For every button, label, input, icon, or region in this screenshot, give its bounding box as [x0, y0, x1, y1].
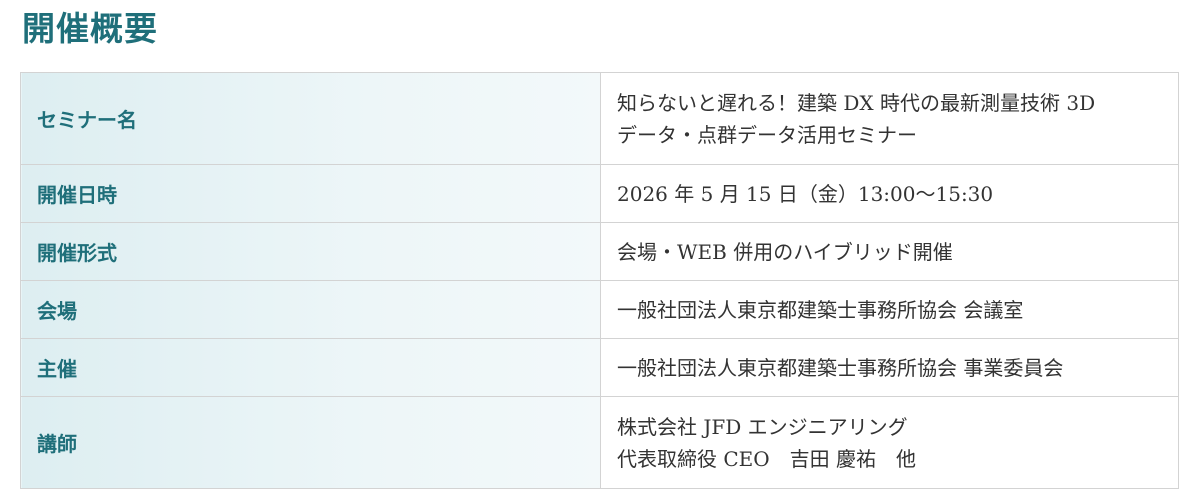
- row-label: 講師: [20, 396, 601, 489]
- row-value: 株式会社 JFD エンジニアリング 代表取締役 CEO 吉田 慶祐 他: [600, 396, 1179, 489]
- row-value: 一般社団法人東京都建築士事務所協会 事業委員会: [600, 338, 1179, 397]
- row-label: 主催: [20, 338, 601, 397]
- table-row-organizer: 主催 一般社団法人東京都建築士事務所協会 事業委員会: [20, 338, 1179, 397]
- row-value: 2026 年 5 月 15 日（金）13:00〜15:30: [600, 164, 1179, 223]
- table-row-lecturer: 講師 株式会社 JFD エンジニアリング 代表取締役 CEO 吉田 慶祐 他: [20, 396, 1179, 489]
- event-overview: 開催概要 セミナー名 知らないと遅れる！建築 DX 時代の最新測量技術 3D デ…: [0, 0, 1200, 502]
- format-value: 会場・WEB 併用のハイブリッド開催: [617, 239, 953, 264]
- row-value: 知らないと遅れる！建築 DX 時代の最新測量技術 3D データ・点群データ活用セ…: [600, 72, 1179, 165]
- event-info-table: セミナー名 知らないと遅れる！建築 DX 時代の最新測量技術 3D データ・点群…: [20, 72, 1179, 489]
- lecturer-line-2: 代表取締役 CEO 吉田 慶祐 他: [617, 446, 917, 471]
- venue-value: 一般社団法人東京都建築士事務所協会 会議室: [617, 297, 1024, 322]
- row-label: 開催形式: [20, 222, 601, 281]
- lecturer-line-1: 株式会社 JFD エンジニアリング: [617, 414, 908, 439]
- row-label: セミナー名: [20, 72, 601, 165]
- seminar-name-line-2: データ・点群データ活用セミナー: [617, 122, 917, 147]
- table-row-format: 開催形式 会場・WEB 併用のハイブリッド開催: [20, 222, 1179, 281]
- row-value: 会場・WEB 併用のハイブリッド開催: [600, 222, 1179, 281]
- table-row-datetime: 開催日時 2026 年 5 月 15 日（金）13:00〜15:30: [20, 164, 1179, 223]
- table-row-seminar-name: セミナー名 知らないと遅れる！建築 DX 時代の最新測量技術 3D データ・点群…: [20, 72, 1179, 165]
- page-title: 開催概要: [22, 9, 158, 48]
- seminar-name-line-1: 知らないと遅れる！建築 DX 時代の最新測量技術 3D: [617, 90, 1096, 115]
- table-row-venue: 会場 一般社団法人東京都建築士事務所協会 会議室: [20, 280, 1179, 339]
- datetime-value: 2026 年 5 月 15 日（金）13:00〜15:30: [617, 181, 994, 206]
- row-label: 会場: [20, 280, 601, 339]
- row-label: 開催日時: [20, 164, 601, 223]
- row-value: 一般社団法人東京都建築士事務所協会 会議室: [600, 280, 1179, 339]
- organizer-value: 一般社団法人東京都建築士事務所協会 事業委員会: [617, 355, 1064, 380]
